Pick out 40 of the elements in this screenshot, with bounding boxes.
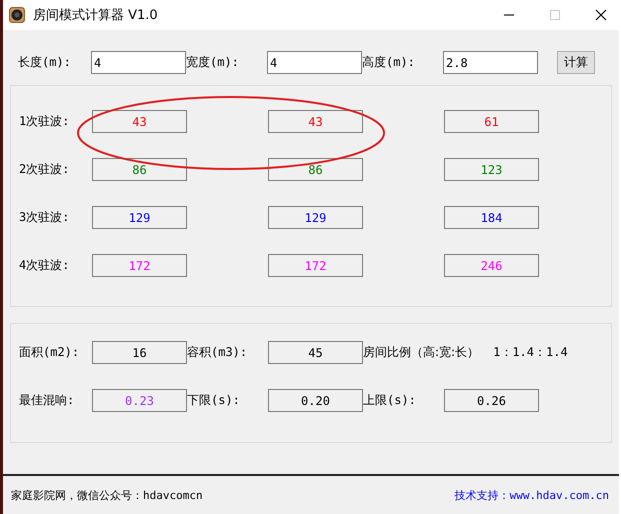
output-field: 246 bbox=[444, 254, 539, 277]
result-label: 面积(m2): bbox=[19, 344, 80, 361]
output-field: 0.20 bbox=[268, 389, 363, 412]
input-field[interactable]: 2.8 bbox=[443, 51, 538, 74]
output-field: 172 bbox=[268, 254, 363, 277]
output-field: 16 bbox=[92, 341, 187, 364]
output-field: 86 bbox=[268, 158, 363, 181]
mode-label: 2次驻波: bbox=[19, 161, 70, 178]
output-field: 43 bbox=[92, 110, 187, 133]
mode-label: 4次驻波: bbox=[19, 257, 70, 274]
result-label: 上限(s): bbox=[363, 392, 417, 409]
result-label: 下限(s): bbox=[187, 392, 241, 409]
website-link[interactable]: 技术支持：www.hdav.com.cn bbox=[454, 488, 609, 502]
output-field: 0.26 bbox=[444, 389, 539, 412]
output-field: 123 bbox=[444, 158, 539, 181]
mode-label: 1次驻波: bbox=[19, 113, 70, 130]
ratio-value: 1：1.4：1.4 bbox=[493, 344, 568, 361]
result-label: 容积(m3): bbox=[187, 344, 248, 361]
window-title: 房间模式计算器 V1.0 bbox=[33, 7, 158, 24]
status-text: 家庭影院网，微信公众号：hdavcomcn bbox=[11, 488, 203, 502]
output-field: 45 bbox=[268, 341, 363, 364]
output-field: 86 bbox=[92, 158, 187, 181]
field-label: 高度(m): bbox=[362, 54, 416, 71]
result-label: 最佳混响: bbox=[19, 392, 76, 409]
output-field: 43 bbox=[268, 110, 363, 133]
input-field[interactable]: 4 bbox=[91, 51, 186, 74]
input-field[interactable]: 4 bbox=[267, 51, 362, 74]
close-icon[interactable] bbox=[595, 9, 607, 21]
output-field: 184 bbox=[444, 206, 539, 229]
output-field: 0.23 bbox=[92, 389, 187, 412]
ratio-label: 房间比例（高:宽:长） bbox=[363, 344, 480, 361]
mode-label: 3次驻波: bbox=[19, 209, 70, 226]
output-field: 129 bbox=[268, 206, 363, 229]
output-field: 172 bbox=[92, 254, 187, 277]
field-label: 宽度(m): bbox=[186, 54, 240, 71]
calculate-button[interactable]: 计算 bbox=[557, 51, 595, 74]
field-label: 长度(m): bbox=[18, 54, 72, 71]
output-field: 61 bbox=[444, 110, 539, 133]
output-field: 129 bbox=[92, 206, 187, 229]
speaker-icon bbox=[9, 7, 25, 23]
